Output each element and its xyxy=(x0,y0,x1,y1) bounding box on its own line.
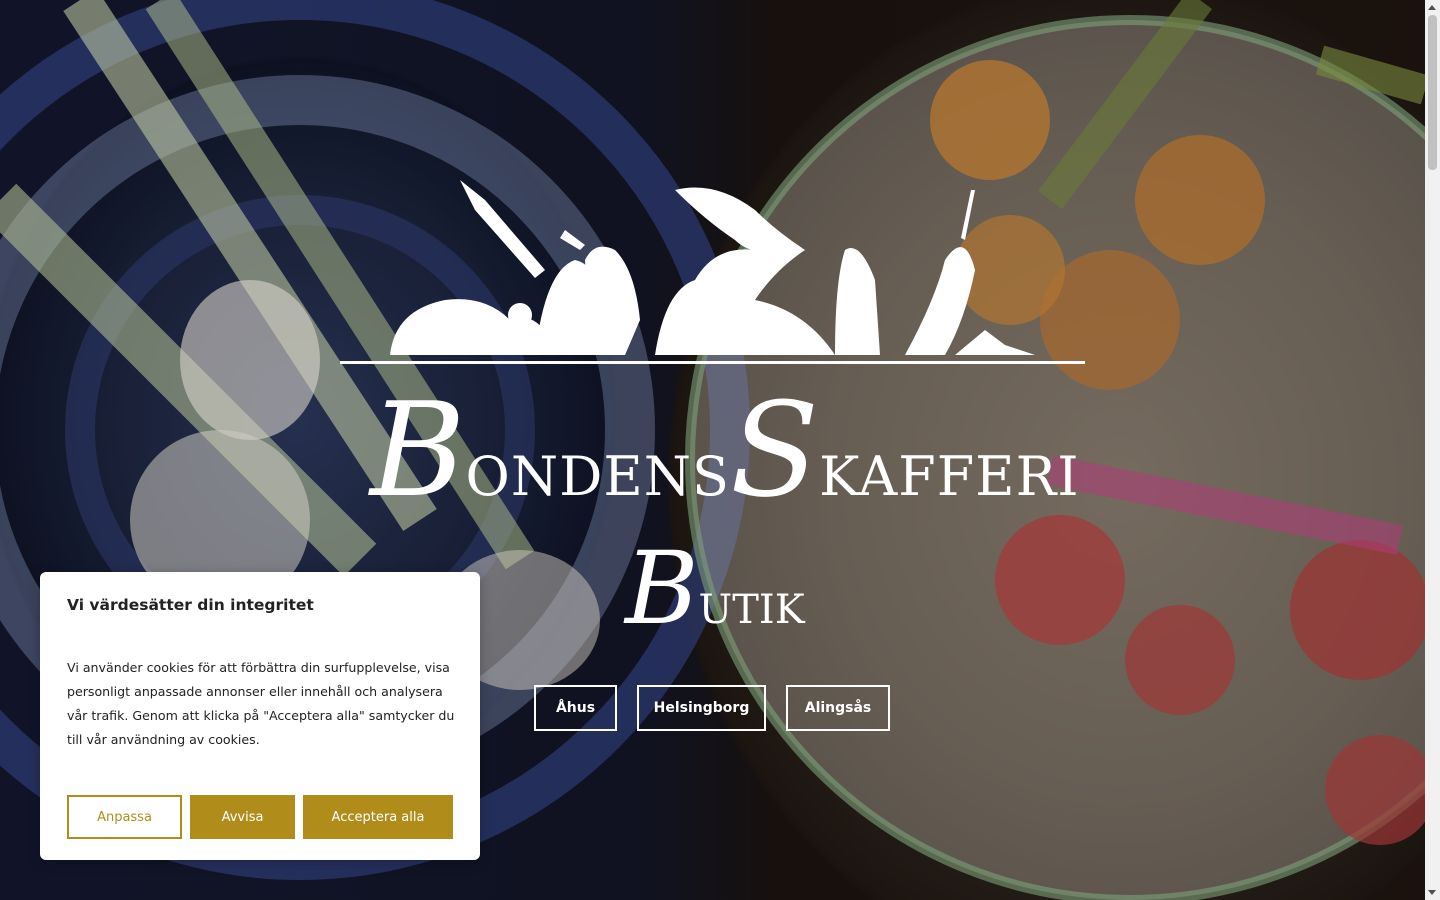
scroll-up-arrow-icon[interactable] xyxy=(1428,5,1436,10)
location-buttons: Åhus Helsingborg Alingsås xyxy=(534,685,890,731)
logo-divider xyxy=(340,361,1085,364)
brand-initial-b: B xyxy=(370,374,466,526)
cookie-consent-banner: Vi värdesätter din integritet Vi använde… xyxy=(40,572,480,860)
cookie-banner-text: Vi använder cookies för att förbättra di… xyxy=(67,660,455,747)
brand-sub-initial: B xyxy=(625,530,699,647)
cookie-banner-title: Vi värdesätter din integritet xyxy=(67,596,314,614)
customize-button[interactable]: Anpassa xyxy=(67,795,182,839)
page-scrollbar[interactable] xyxy=(1425,0,1440,900)
reject-button[interactable]: Avvisa xyxy=(190,795,295,839)
location-button-helsingborg[interactable]: Helsingborg xyxy=(637,685,766,731)
brand-word-kafferi: KAFFERI xyxy=(819,445,1080,508)
brand-initial-s: S xyxy=(730,374,820,526)
location-button-ahus[interactable]: Åhus xyxy=(534,685,617,731)
location-button-alingsas[interactable]: Alingsås xyxy=(786,685,890,731)
accept-all-button[interactable]: Acceptera alla xyxy=(303,795,453,839)
scroll-down-arrow-icon[interactable] xyxy=(1428,890,1436,895)
brand-word-ondens: ONDENS xyxy=(465,445,731,508)
vegetables-illustration-icon xyxy=(390,180,1035,355)
brand-subtitle: BUTIK xyxy=(625,530,805,647)
brand-logo[interactable]: BONDENSSKAFFERI BUTIK xyxy=(335,150,1090,647)
scroll-thumb[interactable] xyxy=(1428,15,1437,170)
brand-sub-rest: UTIK xyxy=(698,587,805,633)
brand-name: BONDENSSKAFFERI xyxy=(370,385,1080,515)
